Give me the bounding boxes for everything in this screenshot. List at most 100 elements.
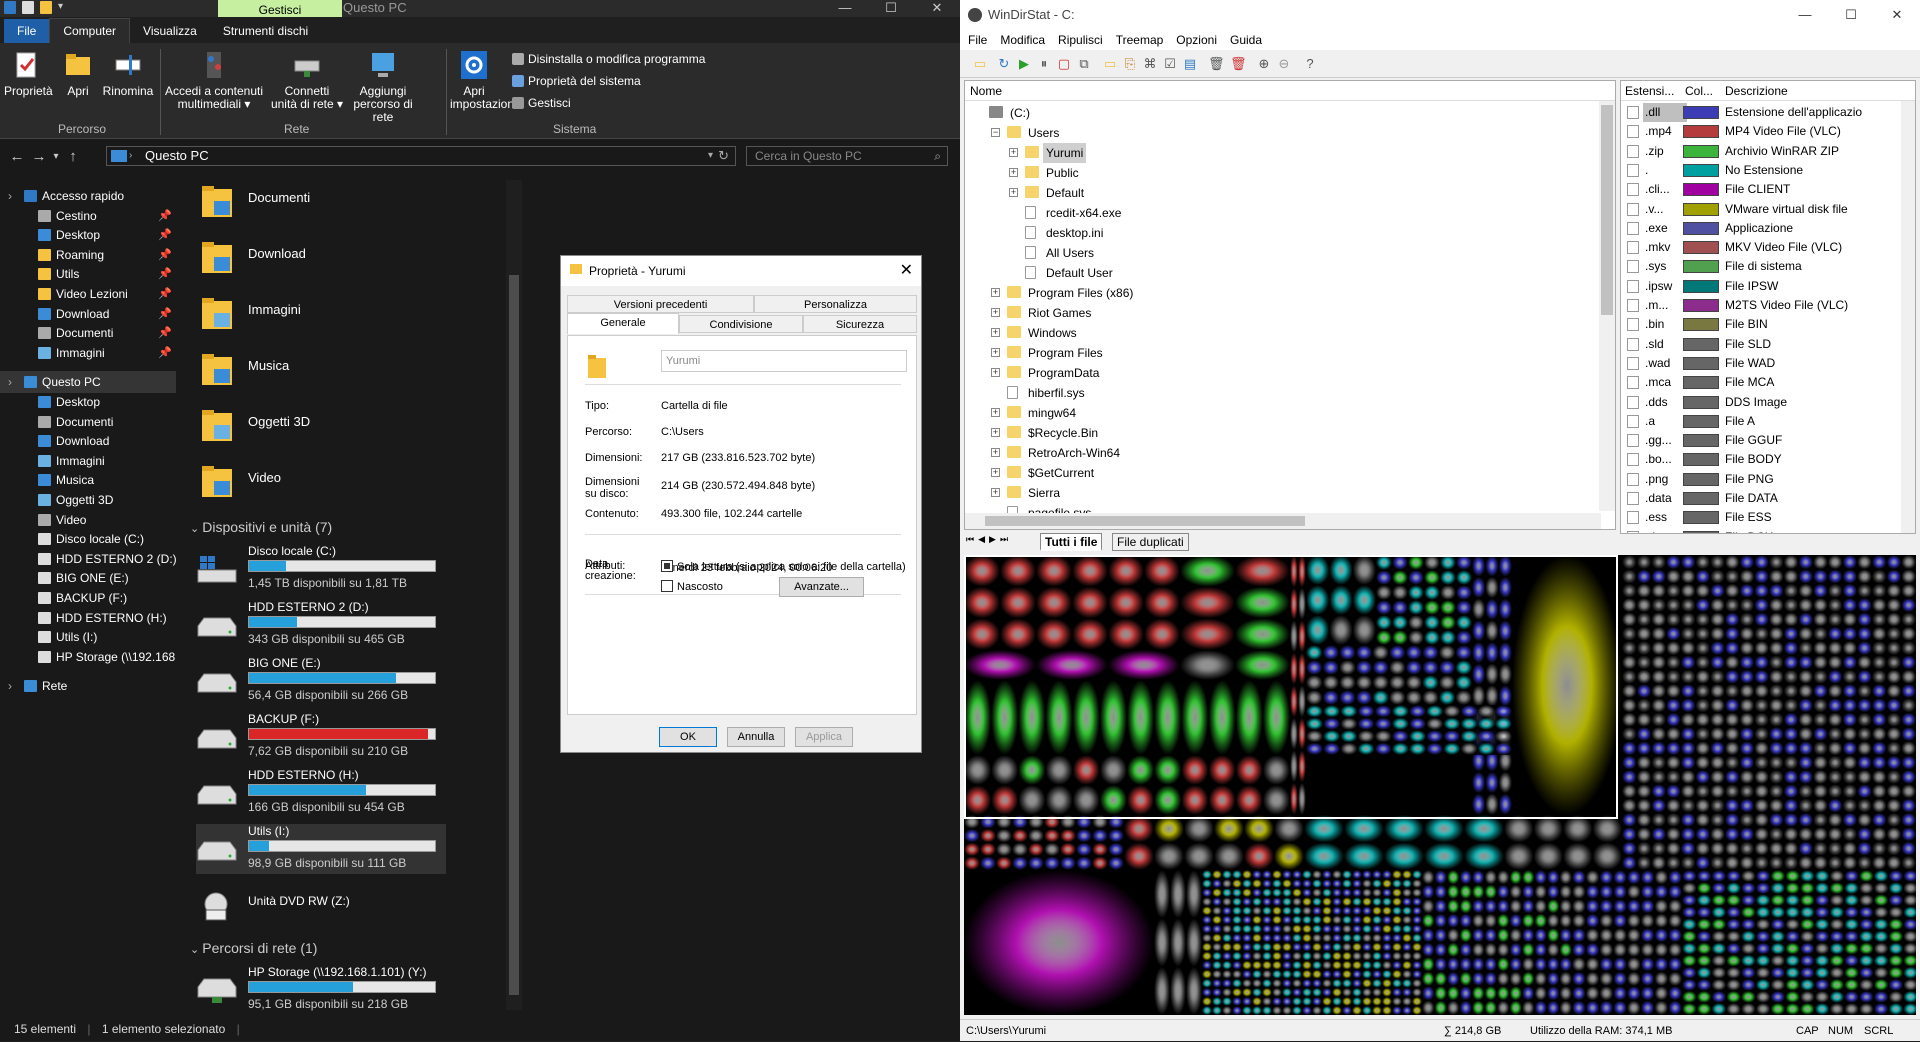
- treemap-cell[interactable]: [1844, 978, 1859, 991]
- treemap-cell[interactable]: [1627, 986, 1641, 1001]
- treemap-cell[interactable]: [1829, 942, 1845, 955]
- treemap-cell[interactable]: [1613, 942, 1627, 958]
- extension-scrollbar[interactable]: [1901, 101, 1915, 533]
- treemap-cell[interactable]: [1724, 712, 1740, 727]
- treemap-cell[interactable]: [1547, 928, 1560, 943]
- treemap-cell[interactable]: [1422, 660, 1439, 675]
- treemap-cell[interactable]: [1460, 730, 1478, 743]
- treemap-cell[interactable]: [1434, 870, 1448, 885]
- treemap-cell[interactable]: [1857, 726, 1872, 742]
- treemap-cell[interactable]: [1154, 815, 1184, 843]
- minimize-icon[interactable]: —: [1782, 0, 1828, 30]
- treemap-cell[interactable]: [1447, 957, 1460, 972]
- scrollbar-thumb[interactable]: [1601, 105, 1613, 315]
- treemap-cell[interactable]: [1695, 741, 1711, 756]
- treemap-cell[interactable]: [1392, 897, 1402, 907]
- treemap-cell[interactable]: [1668, 957, 1682, 972]
- treemap-cell[interactable]: [1859, 966, 1874, 979]
- treemap-cell[interactable]: [1827, 597, 1843, 613]
- treemap-cell[interactable]: [1739, 784, 1755, 799]
- treemap-cell[interactable]: [980, 828, 996, 843]
- treemap-cell[interactable]: [1739, 769, 1755, 785]
- treemap-cell[interactable]: [1242, 888, 1252, 898]
- treemap-cell[interactable]: [1682, 918, 1697, 931]
- drive-item[interactable]: HDD ESTERNO (H:) 166 GB disponibili su 45…: [196, 768, 446, 818]
- treemap-cell[interactable]: [1405, 690, 1423, 705]
- treemap-cell[interactable]: [1212, 978, 1222, 988]
- treemap-cell[interactable]: [991, 680, 1019, 755]
- treemap-cell[interactable]: [1108, 650, 1180, 680]
- treemap-cell[interactable]: [1282, 933, 1292, 943]
- treemap-cell[interactable]: [1352, 870, 1362, 880]
- treemap-cell[interactable]: [1903, 990, 1916, 1003]
- treemap-cell[interactable]: [1814, 918, 1830, 931]
- treemap-cell[interactable]: [1472, 1000, 1485, 1016]
- treemap-cell[interactable]: [1362, 933, 1372, 943]
- treemap-cell[interactable]: [1813, 683, 1828, 699]
- extension-row[interactable]: .ess File ESS: [1621, 508, 1901, 527]
- treemap-cell[interactable]: [1871, 683, 1887, 699]
- treemap-cell[interactable]: [1402, 933, 1412, 943]
- drive-item[interactable]: HDD ESTERNO 2 (D:) 343 GB disponibili su …: [196, 600, 446, 650]
- treemap-cell[interactable]: [1422, 884, 1435, 900]
- treemap-cell[interactable]: [1392, 978, 1402, 988]
- treemap-cell[interactable]: [1754, 741, 1769, 756]
- treemap-cell[interactable]: [1322, 675, 1340, 690]
- treemap-cell[interactable]: [1497, 957, 1510, 972]
- expand-icon[interactable]: +: [991, 488, 1000, 497]
- column-header-color[interactable]: Col...: [1685, 81, 1713, 101]
- treemap-cell[interactable]: [1298, 717, 1306, 751]
- treemap-cell[interactable]: [1741, 966, 1756, 979]
- treemap-cell[interactable]: [1484, 913, 1498, 929]
- treemap-cell[interactable]: [1888, 942, 1904, 955]
- treemap-cell[interactable]: [1362, 1005, 1372, 1015]
- treemap-cell[interactable]: [1292, 870, 1302, 880]
- treemap-cell[interactable]: [1741, 954, 1756, 967]
- treemap-cell[interactable]: [1222, 906, 1232, 916]
- treemap-cell[interactable]: [1282, 879, 1292, 889]
- treemap-cell[interactable]: [1813, 798, 1828, 813]
- treemap-cell[interactable]: [1682, 906, 1697, 919]
- treemap-cell[interactable]: [1710, 597, 1725, 613]
- treemap-cell[interactable]: [1857, 855, 1872, 870]
- treemap-cell[interactable]: [1783, 655, 1799, 670]
- treemap-cell[interactable]: [1212, 960, 1222, 970]
- treemap-cell[interactable]: [1434, 1000, 1448, 1016]
- treemap-cell[interactable]: [1785, 918, 1800, 931]
- history-dropdown-icon[interactable]: ▾: [50, 151, 62, 162]
- treemap-cell[interactable]: [1290, 555, 1298, 588]
- treemap-cell[interactable]: [1323, 730, 1341, 743]
- treemap-cell[interactable]: [1696, 894, 1712, 907]
- treemap-cell[interactable]: [1813, 827, 1828, 842]
- treemap-cell[interactable]: [1244, 842, 1274, 871]
- treemap-cell[interactable]: [1447, 884, 1460, 900]
- treemap-cell[interactable]: [1827, 855, 1843, 870]
- treemap-cell[interactable]: [1769, 698, 1784, 713]
- treemap-cell[interactable]: [1242, 1005, 1252, 1015]
- treemap-cell[interactable]: [1640, 1000, 1655, 1016]
- treemap-cell[interactable]: [1654, 957, 1669, 972]
- treemap-cell[interactable]: [1522, 913, 1535, 929]
- treemap-cell[interactable]: [1342, 969, 1352, 979]
- treemap-cell[interactable]: [1754, 655, 1769, 670]
- treemap-cell[interactable]: [1072, 618, 1108, 650]
- folder-item[interactable]: Oggetti 3D: [200, 399, 480, 449]
- cancel-button[interactable]: Annulla: [727, 727, 785, 747]
- treemap-cell[interactable]: [1842, 784, 1858, 799]
- treemap-cell[interactable]: [1783, 855, 1799, 870]
- treemap-cell[interactable]: [1362, 951, 1372, 961]
- properties-icon[interactable]: ▤: [1182, 56, 1198, 72]
- treemap-cell[interactable]: [1842, 726, 1858, 742]
- treemap-cell[interactable]: [1272, 969, 1282, 979]
- treemap-cell[interactable]: [1154, 966, 1170, 1015]
- treemap-cell[interactable]: [1127, 785, 1155, 815]
- treemap-cell[interactable]: [1680, 855, 1696, 870]
- treemap-cell[interactable]: [1654, 971, 1669, 987]
- treemap-cell[interactable]: [1372, 870, 1382, 880]
- treemap-cell[interactable]: [1212, 879, 1222, 889]
- treemap-cell[interactable]: [1312, 942, 1322, 952]
- tree-row[interactable]: Program Files: [1025, 343, 1106, 363]
- treemap-cell[interactable]: [1651, 655, 1667, 670]
- treemap-cell[interactable]: [1886, 784, 1902, 799]
- treemap-cell[interactable]: [1666, 597, 1681, 613]
